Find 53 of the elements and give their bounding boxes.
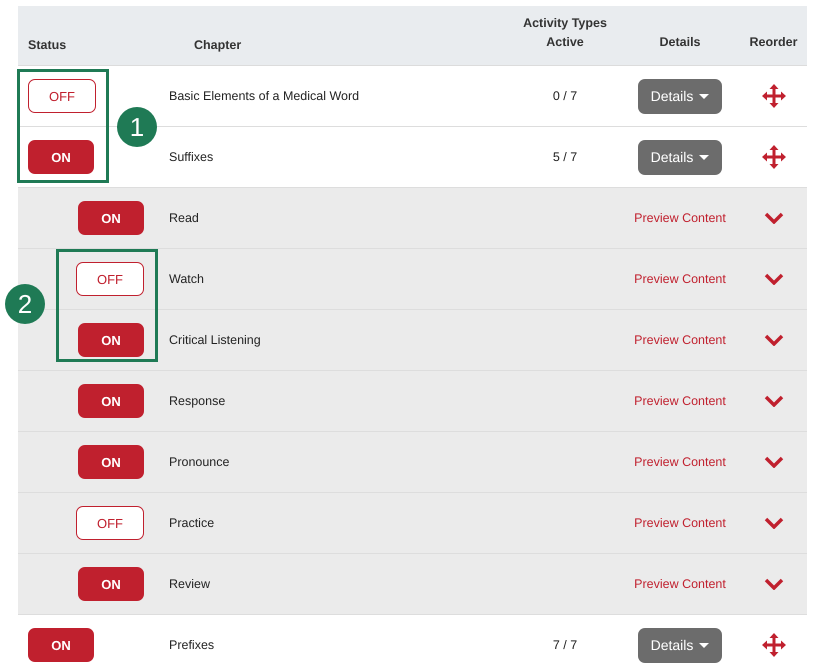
preview-link[interactable]: Preview Content: [634, 394, 726, 408]
status-toggle[interactable]: ON: [78, 201, 144, 235]
active-count: 0 / 7: [552, 89, 578, 103]
preview-link[interactable]: Preview Content: [634, 272, 726, 286]
preview-link[interactable]: Preview Content: [634, 455, 726, 469]
chevron-down-icon[interactable]: [764, 456, 784, 468]
chapter-name: Prefixes: [169, 638, 214, 652]
status-toggle[interactable]: ON: [78, 323, 144, 357]
chevron-down-icon[interactable]: [764, 578, 784, 590]
preview-link[interactable]: Preview Content: [634, 333, 726, 347]
chapter-name: Review: [169, 577, 210, 591]
status-toggle[interactable]: OFF: [28, 79, 96, 113]
move-icon[interactable]: [762, 84, 786, 108]
details-button[interactable]: Details: [638, 78, 722, 114]
active-count: 5 / 7: [552, 150, 578, 164]
status-toggle[interactable]: ON: [78, 445, 144, 479]
chapter-name: Basic Elements of a Medical Word: [169, 89, 360, 103]
preview-link[interactable]: Preview Content: [634, 577, 726, 591]
chapter-name: Pronounce: [169, 455, 230, 469]
chevron-down-icon[interactable]: [764, 273, 784, 285]
chevron-down-icon[interactable]: [764, 395, 784, 407]
chapter-name: Response: [169, 394, 226, 408]
chapter-name: Suffixes: [169, 150, 214, 164]
column-header: Status: [27, 38, 68, 52]
status-toggle[interactable]: ON: [28, 140, 94, 174]
column-header: Reorder: [748, 34, 798, 51]
status-toggle[interactable]: ON: [28, 628, 94, 662]
move-icon[interactable]: [762, 633, 786, 657]
caret-icon: [699, 154, 710, 160]
caret-icon: [699, 94, 710, 98]
column-header: Chapter: [193, 38, 242, 52]
status-toggle[interactable]: OFF: [76, 262, 144, 296]
status-toggle[interactable]: OFF: [76, 506, 144, 540]
chapter-name: Watch: [169, 272, 204, 286]
details-button[interactable]: Details: [638, 140, 722, 174]
callout-number: 2: [5, 284, 45, 324]
chapter-name: Critical Listening: [169, 333, 261, 347]
preview-link[interactable]: Preview Content: [634, 211, 726, 225]
caret-icon: [699, 642, 710, 648]
move-icon[interactable]: [762, 145, 786, 169]
preview-link[interactable]: Preview Content: [634, 516, 726, 530]
status-toggle[interactable]: ON: [78, 384, 144, 418]
callout-number: 1: [117, 107, 157, 147]
column-header: Details: [658, 34, 702, 51]
chapter-name: Practice: [169, 516, 214, 530]
chevron-down-icon[interactable]: [764, 334, 784, 346]
column-header: Activity Types Active: [522, 15, 608, 51]
chevron-down-icon[interactable]: [764, 212, 784, 224]
details-button[interactable]: Details: [638, 628, 722, 662]
status-toggle[interactable]: ON: [78, 567, 144, 601]
chapter-name: Read: [169, 211, 199, 225]
active-count: 7 / 7: [552, 638, 578, 652]
chevron-down-icon[interactable]: [764, 517, 784, 529]
